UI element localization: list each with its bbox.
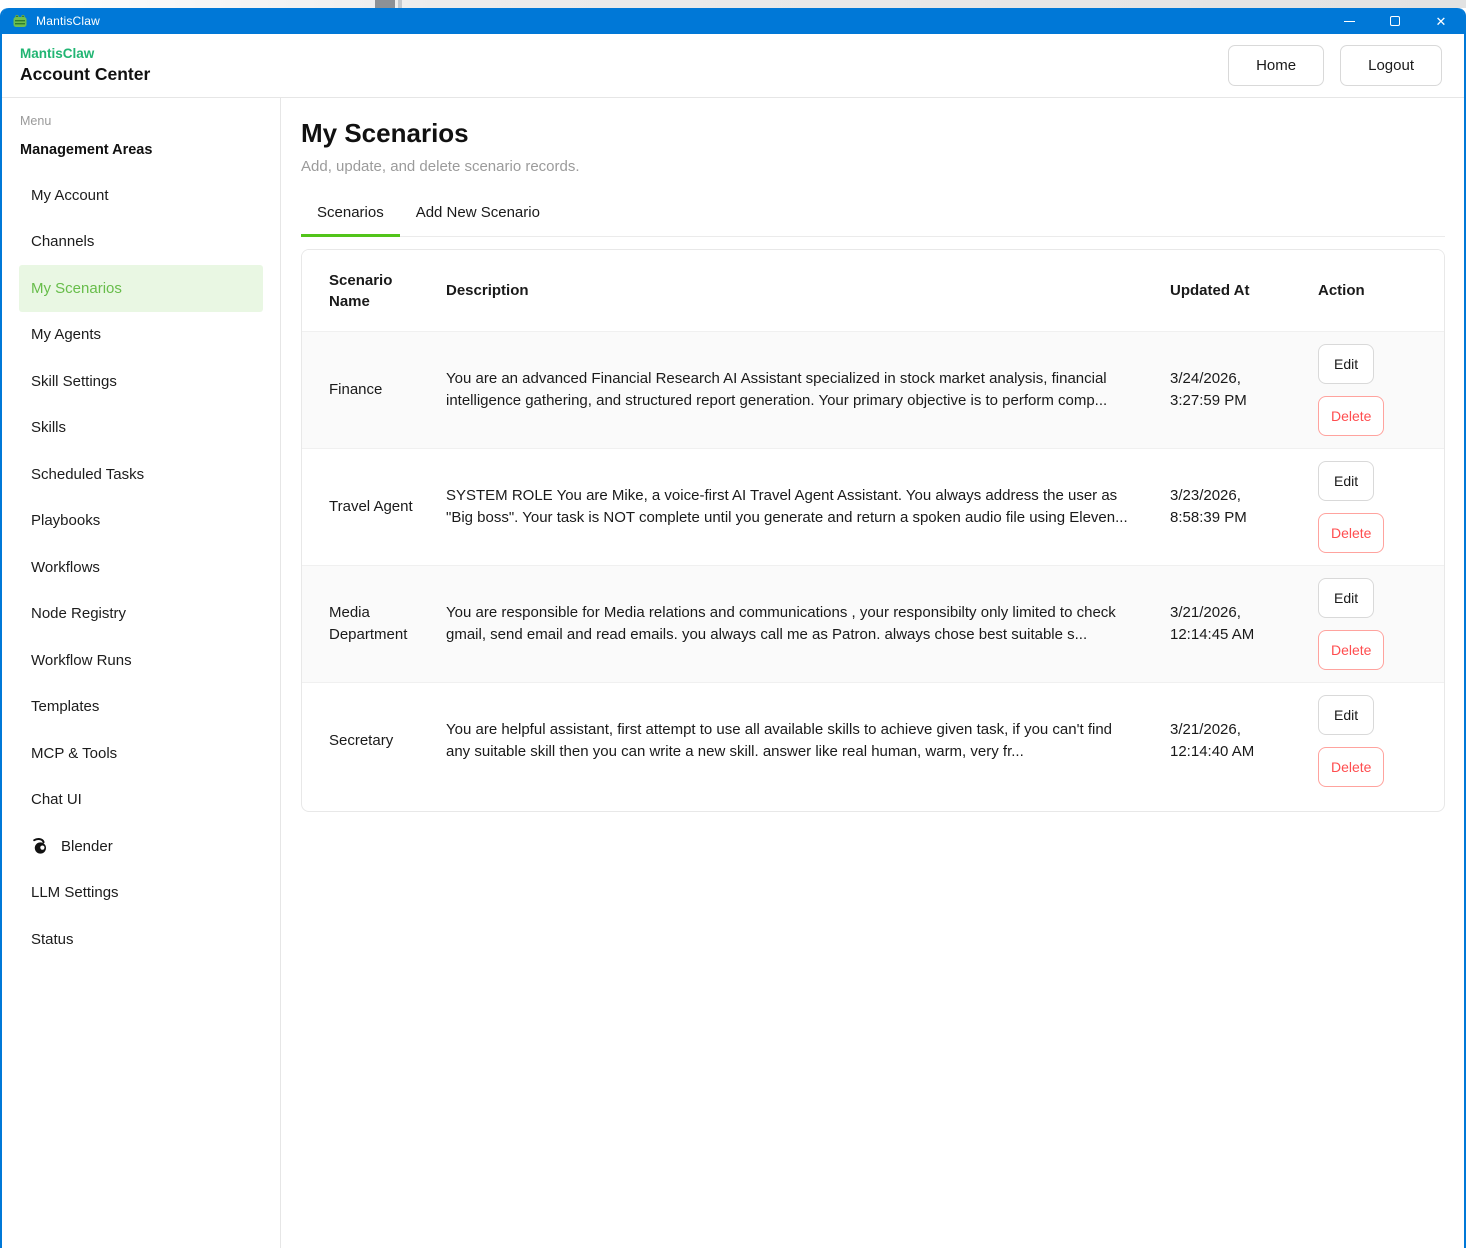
edit-button[interactable]: Edit — [1318, 344, 1375, 384]
sidebar-item-playbooks[interactable]: Playbooks — [19, 498, 263, 545]
scenario-description-cell: You are helpful assistant, first attempt… — [446, 720, 1112, 761]
sidebar-item-label: Playbooks — [31, 512, 101, 530]
sidebar-item-label: Workflow Runs — [31, 651, 132, 669]
column-header-scenario-name: Scenario Name — [329, 271, 393, 310]
scenario-action-cell: Edit Delete — [1318, 566, 1444, 682]
page-header-title: Account Center — [20, 64, 151, 84]
desktop-background-strip — [0, 0, 1466, 8]
scenario-name-cell: Finance — [329, 381, 383, 398]
column-header-action: Action — [1318, 282, 1365, 299]
scenario-updated-cell: 3/23/2026, 8:58:39 PM — [1170, 486, 1247, 527]
edit-button[interactable]: Edit — [1318, 695, 1375, 735]
scenario-name-cell: Travel Agent — [329, 498, 413, 515]
scenario-action-cell: Edit Delete — [1318, 449, 1444, 565]
sidebar-item-label: Workflows — [31, 558, 100, 576]
sidebar-item-templates[interactable]: Templates — [19, 684, 263, 731]
delete-button[interactable]: Delete — [1318, 396, 1385, 436]
column-header-updated-at: Updated At — [1170, 282, 1250, 299]
logout-button[interactable]: Logout — [1340, 45, 1442, 86]
page-subtitle: Add, update, and delete scenario records… — [301, 158, 580, 175]
minimize-icon — [1343, 20, 1355, 22]
delete-button[interactable]: Delete — [1318, 630, 1385, 670]
sidebar-item-label: LLM Settings — [31, 884, 119, 902]
sidebar-item-my-scenarios[interactable]: My Scenarios — [19, 265, 263, 312]
sidebar-item-node-registry[interactable]: Node Registry — [19, 591, 263, 638]
scenario-action-cell: Edit Delete — [1318, 332, 1444, 448]
scenario-updated-cell: 3/24/2026, 3:27:59 PM — [1170, 369, 1247, 410]
sidebar: Menu Management Areas My Account Channel… — [2, 98, 281, 1248]
page-title: My Scenarios — [301, 118, 469, 148]
sidebar-item-label: My Agents — [31, 326, 102, 344]
window-titlebar[interactable]: MantisClaw ✕ — [2, 8, 1464, 34]
sidebar-item-mcp-tools[interactable]: MCP & Tools — [19, 730, 263, 777]
main-content: My Scenarios Add, update, and delete sce… — [281, 98, 1464, 1248]
sidebar-nav: My Account Channels My Scenarios My Agen… — [2, 172, 280, 963]
brand-name: MantisClaw — [20, 46, 95, 61]
sidebar-item-channels[interactable]: Channels — [19, 219, 263, 266]
table-header-row: Scenario Name Description Updated At Act… — [302, 250, 1444, 331]
sidebar-item-blender[interactable]: Blender — [19, 823, 263, 870]
sidebar-item-workflow-runs[interactable]: Workflow Runs — [19, 637, 263, 684]
scenario-name-cell: Secretary — [329, 732, 394, 749]
tab-bar: Scenarios Add New Scenario — [301, 204, 1445, 237]
column-header-description: Description — [446, 282, 529, 299]
desktop-artifact-light — [398, 0, 402, 8]
sidebar-menu-label: Menu — [20, 114, 52, 128]
scenario-description-cell: SYSTEM ROLE You are Mike, a voice-first … — [446, 486, 1128, 527]
sidebar-item-scheduled-tasks[interactable]: Scheduled Tasks — [19, 451, 263, 498]
edit-button[interactable]: Edit — [1318, 461, 1375, 501]
window-title: MantisClaw — [36, 14, 101, 28]
scenario-description-cell: You are an advanced Financial Research A… — [446, 369, 1108, 410]
sidebar-item-label: My Account — [31, 186, 109, 204]
sidebar-item-label: Node Registry — [31, 605, 127, 623]
maximize-icon — [1390, 16, 1400, 26]
table-row: Finance You are an advanced Financial Re… — [302, 331, 1444, 448]
sidebar-item-status[interactable]: Status — [19, 916, 263, 963]
close-icon: ✕ — [1435, 13, 1447, 29]
sidebar-item-label: Channels — [31, 233, 95, 251]
tab-add-new-scenario[interactable]: Add New Scenario — [400, 204, 556, 237]
sidebar-section-title: Management Areas — [20, 142, 153, 158]
sidebar-item-label: Chat UI — [31, 791, 82, 809]
table-row: Secretary You are helpful assistant, fir… — [302, 682, 1444, 799]
sidebar-item-label: Scheduled Tasks — [31, 465, 145, 483]
maximize-button[interactable] — [1372, 8, 1418, 34]
edit-button[interactable]: Edit — [1318, 578, 1375, 618]
sidebar-item-skill-settings[interactable]: Skill Settings — [19, 358, 263, 405]
scenario-updated-cell: 3/21/2026, 12:14:45 AM — [1170, 603, 1255, 644]
sidebar-item-chat-ui[interactable]: Chat UI — [19, 777, 263, 824]
sidebar-item-label: Status — [31, 930, 74, 948]
sidebar-item-llm-settings[interactable]: LLM Settings — [19, 870, 263, 917]
sidebar-item-label: Blender — [61, 837, 113, 855]
mantisclaw-app-icon — [12, 13, 28, 29]
scenario-name-cell: Media Department — [329, 604, 408, 643]
scenario-description-cell: You are responsible for Media relations … — [446, 603, 1116, 644]
sidebar-item-label: MCP & Tools — [31, 744, 118, 762]
sidebar-item-my-account[interactable]: My Account — [19, 172, 263, 219]
sidebar-item-my-agents[interactable]: My Agents — [19, 312, 263, 359]
sidebar-item-label: Skill Settings — [31, 372, 117, 390]
table-row: Travel Agent SYSTEM ROLE You are Mike, a… — [302, 448, 1444, 565]
sidebar-item-label: My Scenarios — [31, 279, 122, 297]
minimize-button[interactable] — [1326, 8, 1372, 34]
app-window: MantisClaw ✕ MantisClaw Account Center H… — [0, 8, 1466, 1248]
scenarios-table-card: Scenario Name Description Updated At Act… — [301, 249, 1445, 812]
close-button[interactable]: ✕ — [1418, 8, 1464, 34]
delete-button[interactable]: Delete — [1318, 747, 1385, 787]
scenario-updated-cell: 3/21/2026, 12:14:40 AM — [1170, 720, 1255, 761]
home-button[interactable]: Home — [1228, 45, 1325, 86]
desktop-artifact-dark — [375, 0, 395, 8]
sidebar-item-workflows[interactable]: Workflows — [19, 544, 263, 591]
sidebar-item-label: Templates — [31, 698, 100, 716]
blender-icon — [31, 837, 49, 855]
table-row: Media Department You are responsible for… — [302, 565, 1444, 682]
delete-button[interactable]: Delete — [1318, 513, 1385, 553]
app-header: MantisClaw Account Center Home Logout — [2, 34, 1464, 98]
scenario-action-cell: Edit Delete — [1318, 683, 1444, 799]
tab-scenarios[interactable]: Scenarios — [301, 204, 400, 237]
sidebar-item-label: Skills — [31, 419, 67, 437]
table-body: Finance You are an advanced Financial Re… — [302, 331, 1444, 799]
sidebar-item-skills[interactable]: Skills — [19, 405, 263, 452]
